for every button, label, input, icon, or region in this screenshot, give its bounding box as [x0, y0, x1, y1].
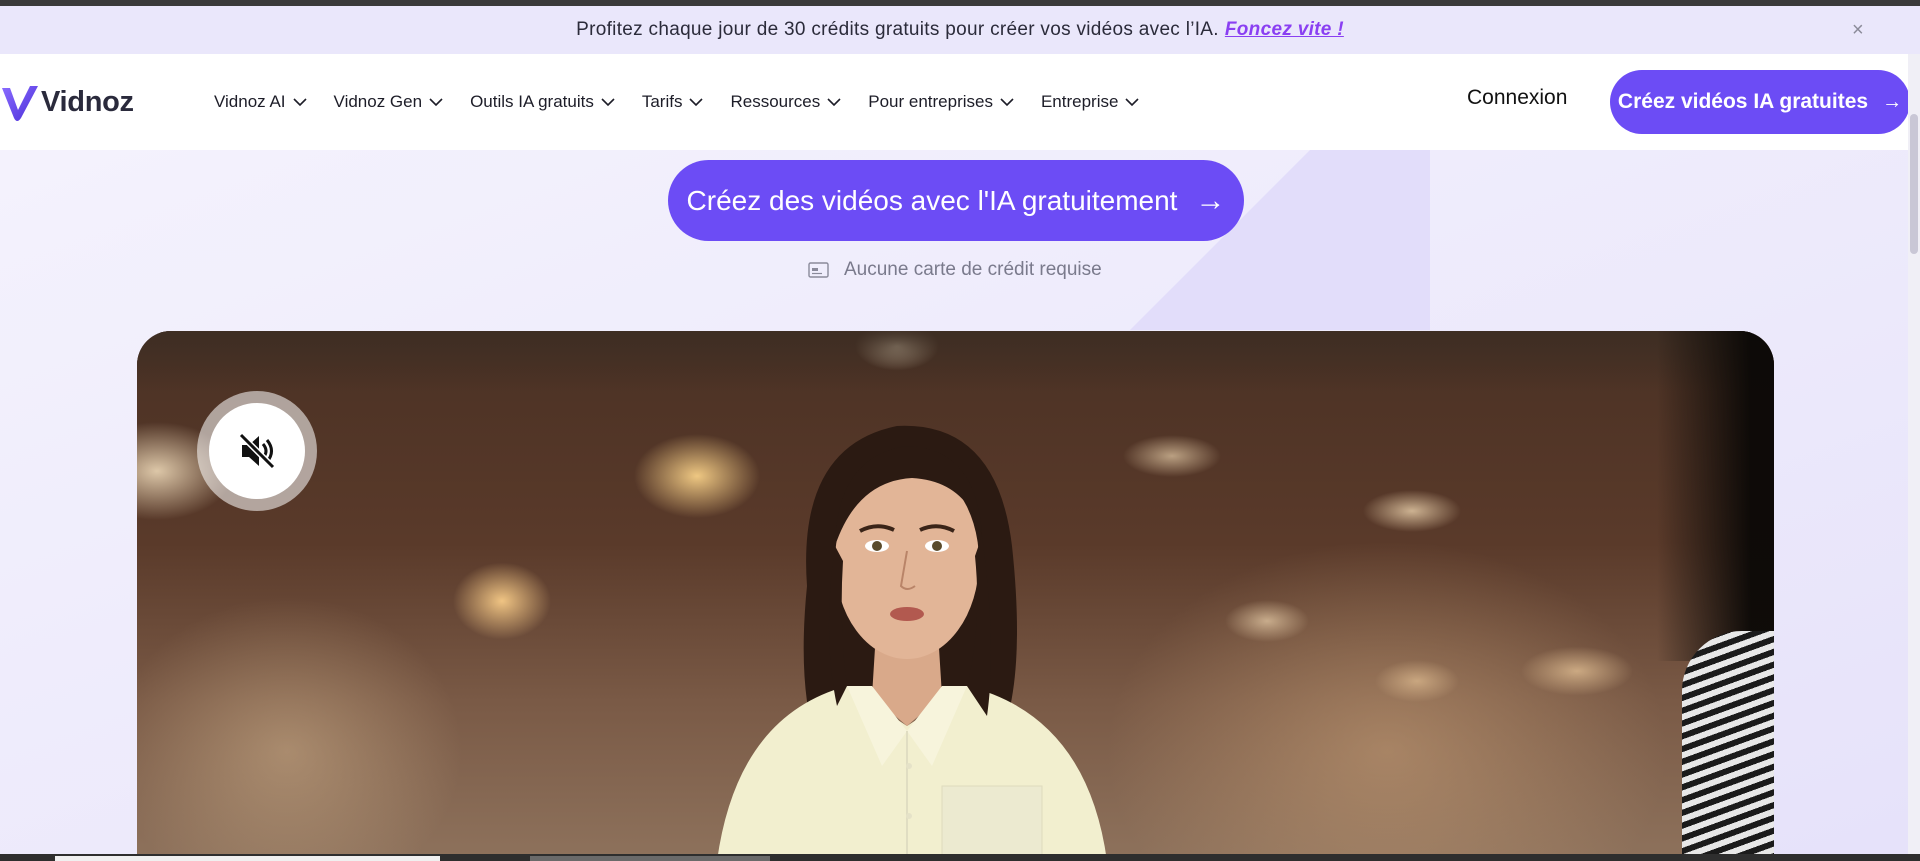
nav-item-tarifs[interactable]: Tarifs: [642, 92, 704, 112]
background-person: [1682, 631, 1774, 861]
no-credit-card-note: Aucune carte de crédit requise: [808, 259, 1102, 281]
nav-item-label: Vidnoz Gen: [333, 92, 423, 111]
chevron-down-icon: [1000, 97, 1014, 106]
hero-create-video-button[interactable]: Créez des vidéos avec l'IA gratuitement …: [668, 160, 1244, 241]
nav-item-label: Ressources: [730, 92, 821, 111]
nav-item-label: Pour entreprises: [868, 92, 993, 111]
create-free-videos-button[interactable]: Créez vidéos IA gratuites →: [1610, 70, 1910, 134]
speaker-muted-icon: [238, 432, 276, 470]
logo-wordmark: Vidnoz: [41, 85, 134, 118]
nav-item-label: Outils IA gratuits: [470, 92, 594, 111]
nav-item-outils-ia[interactable]: Outils IA gratuits: [470, 92, 615, 112]
demo-video-player[interactable]: [137, 331, 1774, 861]
nav-item-ressources[interactable]: Ressources: [730, 92, 841, 112]
nav-cta-label: Créez vidéos IA gratuites: [1617, 90, 1869, 113]
promo-link[interactable]: Foncez vite !: [1225, 19, 1344, 41]
vidnoz-logo-icon: [2, 86, 38, 121]
arrow-right-icon: →: [1195, 183, 1226, 217]
nav-item-pour-entreprises[interactable]: Pour entreprises: [868, 92, 1014, 112]
close-icon[interactable]: ×: [1846, 18, 1870, 42]
nav-item-label: Entreprise: [1040, 92, 1119, 111]
browser-bottom-strip: [0, 854, 1920, 861]
site-header: Vidnoz Vidnoz AI Vidnoz Gen Outils IA gr…: [0, 54, 1910, 150]
nav-item-label: Tarifs: [641, 92, 683, 111]
arrow-right-icon: →: [1882, 90, 1903, 113]
mute-button-inner: [209, 403, 305, 499]
mute-toggle-button[interactable]: [197, 391, 317, 511]
no-card-text: Aucune carte de crédit requise: [844, 259, 1102, 280]
nav-item-vidnoz-ai[interactable]: Vidnoz AI: [214, 92, 307, 112]
chevron-down-icon: [827, 97, 841, 106]
chevron-down-icon: [689, 97, 704, 106]
nav-item-entreprise[interactable]: Entreprise: [1040, 92, 1140, 112]
scrollbar-thumb[interactable]: [1910, 114, 1918, 254]
chevron-down-icon: [1125, 97, 1140, 106]
login-button[interactable]: Connexion: [1467, 86, 1567, 110]
promo-text: Profitez chaque jour de 30 crédits gratu…: [576, 19, 1219, 40]
hero-cta-label: Créez des vidéos avec l'IA gratuitement: [686, 184, 1178, 216]
nav-item-label: Vidnoz AI: [214, 92, 286, 111]
nav-item-vidnoz-gen[interactable]: Vidnoz Gen: [334, 92, 444, 112]
page-scrollbar[interactable]: [1908, 54, 1920, 854]
chevron-down-icon: [601, 97, 615, 106]
promo-banner: Profitez chaque jour de 30 crédits gratu…: [0, 6, 1920, 54]
chevron-down-icon: [429, 97, 443, 106]
main-nav: Vidnoz AI Vidnoz Gen Outils IA gratuits …: [214, 54, 1166, 150]
vidnoz-logo[interactable]: Vidnoz: [0, 80, 134, 124]
credit-card-icon: [808, 262, 829, 278]
chevron-down-icon: [292, 97, 307, 106]
ai-avatar-presenter: [717, 425, 1107, 861]
video-shadow: [1657, 331, 1774, 661]
